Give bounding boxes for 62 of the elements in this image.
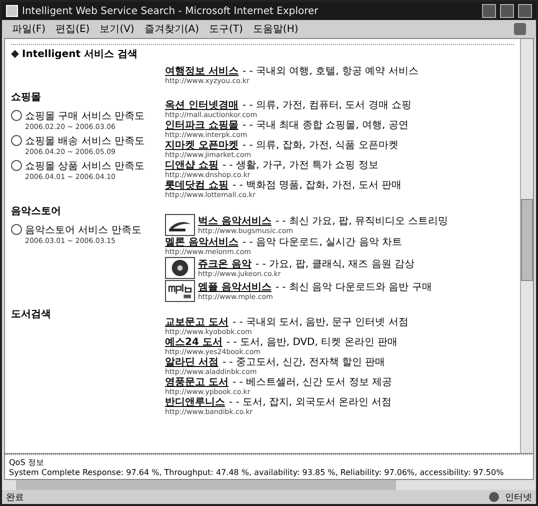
radio-button[interactable] xyxy=(11,160,22,171)
result-description: - - 의류, 잡화, 가전, 식품 오픈마켓 xyxy=(242,140,398,151)
qos-label: QoS 정보 xyxy=(9,457,45,468)
radio-button[interactable] xyxy=(11,224,22,235)
result-link[interactable]: 교보문고 도서 xyxy=(165,317,228,328)
maximize-button[interactable] xyxy=(500,4,514,18)
radio-button[interactable] xyxy=(11,135,22,146)
radio-button[interactable] xyxy=(11,110,22,121)
result-link[interactable]: 쥬크온 음악 xyxy=(198,258,252,270)
minimize-button[interactable] xyxy=(482,4,496,18)
result-description: - - 도서, 음반, DVD, 티켓 온라인 판매 xyxy=(226,337,398,348)
category-heading: 쇼핑몰 xyxy=(11,91,42,104)
result-link[interactable]: 인터파크 쇼핑몰 xyxy=(165,120,238,131)
vertical-scrollbar[interactable] xyxy=(520,39,533,453)
result-link[interactable]: 벅스 음악서비스 xyxy=(198,216,272,226)
window-title: Intelligent Web Service Search - Microsoft Internet Explorer xyxy=(22,6,320,16)
page-heading: Intelligent 서비스 검색 xyxy=(22,48,138,61)
result-link[interactable]: 반디앤루니스 xyxy=(165,397,225,408)
result-description: - - 국내 최대 종합 쇼핑몰, 여행, 공연 xyxy=(242,120,408,131)
result-link[interactable]: 멜론 음악서비스 xyxy=(165,237,238,248)
result-description: - - 중고도서, 신간, 전자책 할인 판매 xyxy=(222,357,386,368)
menu-item[interactable]: 도움말(H) xyxy=(252,22,298,36)
result-link[interactable]: 롯데닷컴 쇼핑 xyxy=(165,180,228,191)
result-description: - - 가요, 팝, 클래식, 재즈 음원 감상 xyxy=(255,258,414,270)
logo-icon xyxy=(165,280,195,302)
result-link[interactable]: 지마켓 오픈마켓 xyxy=(165,140,238,151)
result-description: - - 도서, 잡지, 외국도서 온라인 서점 xyxy=(229,397,392,408)
menu-item[interactable]: 도구(T) xyxy=(209,22,243,36)
option-label: 쇼핑몰 구매 서비스 만족도 xyxy=(25,110,145,123)
result-description: - - 베스트셀러, 신간 도서 정보 제공 xyxy=(232,377,392,388)
result-description: - - 국내외 도서, 음반, 문구 인터넷 서점 xyxy=(232,317,408,328)
category-heading: 도서검색 xyxy=(11,308,52,321)
result-description: - - 백화점 명품, 잡화, 가전, 도서 판매 xyxy=(232,180,402,191)
menu-item[interactable]: 파일(F) xyxy=(12,22,46,36)
option-label: 쇼핑몰 상품 서비스 만족도 xyxy=(25,160,145,173)
zone-label: 인터넷 xyxy=(505,492,532,504)
result-description: - - 최신 음악 다운로드와 음반 구매 xyxy=(275,282,432,292)
result-description: - - 음악 다운로드, 실시간 음악 차트 xyxy=(242,237,402,248)
category-heading: 음악스토어 xyxy=(11,205,62,218)
menu-item[interactable]: 즐겨찾기(A) xyxy=(144,22,199,36)
result-description: - - 최신 가요, 팝, 뮤직비디오 스트리밍 xyxy=(275,216,448,226)
result-description: - - 국내외 여행, 호텔, 항공 예약 서비스 xyxy=(242,66,418,77)
result-description: - - 생활, 가구, 가전 특가 쇼핑 정보 xyxy=(222,160,378,171)
close-button[interactable] xyxy=(518,4,532,18)
status-text: 완료 xyxy=(6,492,24,504)
result-description: - - 의류, 가전, 컴퓨터, 도서 경매 쇼핑 xyxy=(242,100,412,111)
logo-icon xyxy=(165,214,195,236)
result-link[interactable]: 알라딘 서점 xyxy=(165,357,218,368)
menu-item[interactable]: 편집(E) xyxy=(56,22,90,36)
result-link[interactable]: 영풍문고 도서 xyxy=(165,377,228,388)
browser-icon xyxy=(6,5,18,17)
option-label: 음악스토어 서비스 만족도 xyxy=(25,224,142,237)
result-link[interactable]: 여행정보 서비스 xyxy=(165,66,238,77)
menu-item[interactable]: 보기(V) xyxy=(100,22,134,36)
qos-values: System Complete Response: 97.64 %, Throughput: 47.48 %, availability: 93.85 %, Reliability: 97.06%, accessibility: 97.50% xyxy=(9,468,505,477)
option-label: 쇼핑몰 배송 서비스 만족도 xyxy=(25,135,145,148)
result-link[interactable]: 예스24 도서 xyxy=(165,337,222,348)
diamond-icon xyxy=(11,50,19,58)
result-link[interactable]: 옥션 인터넷경매 xyxy=(165,100,238,111)
logo-icon xyxy=(165,257,195,279)
result-link[interactable]: 엠플 음악서비스 xyxy=(198,282,272,292)
result-link[interactable]: 디앤샵 쇼핑 xyxy=(165,160,218,171)
